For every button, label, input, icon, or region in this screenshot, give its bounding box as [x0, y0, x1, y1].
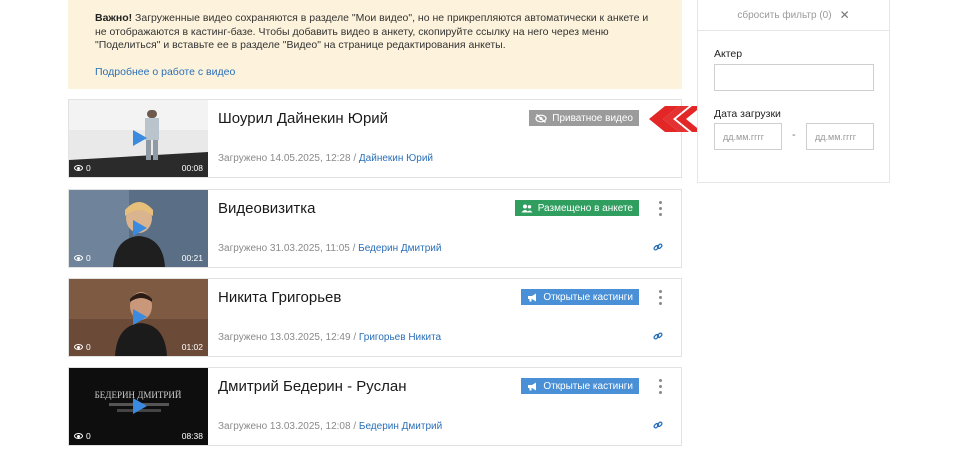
status-badge-label: Размещено в анкете	[537, 202, 633, 214]
eye-icon	[74, 344, 83, 350]
users-icon	[521, 204, 533, 212]
notice-text: Важно! Загруженные видео сохраняются в р…	[95, 12, 655, 53]
date-label: Дата загрузки	[714, 108, 781, 120]
eye-icon	[74, 433, 83, 439]
video-meta: Загружено 13.03.2025, 12:08 / Бедерин Дм…	[218, 421, 442, 432]
video-help-link[interactable]: Подробнее о работе с видео	[95, 66, 655, 78]
play-icon	[133, 309, 147, 325]
views-value: 0	[86, 431, 91, 441]
status-badge: Открытые кастинги	[521, 378, 639, 394]
video-card: 0 01:02 Никита Григорьев Открытые кастин…	[68, 278, 682, 357]
status-badge-label: Приватное видео	[552, 112, 633, 124]
play-icon	[133, 130, 147, 146]
date-from-input[interactable]: дд.мм.гггг	[714, 123, 782, 150]
video-thumbnail[interactable]: 0 00:08	[69, 100, 208, 177]
video-meta: Загружено 13.03.2025, 12:49 / Григорьев …	[218, 332, 441, 343]
video-card: БЕДЕРИН ДМИТРИЙ 0 08:38 Дмитрий Бедерин …	[68, 367, 682, 446]
video-title[interactable]: Шоурил Дайнекин Юрий	[218, 110, 388, 127]
link-icon[interactable]	[653, 420, 663, 433]
close-icon: ✕	[839, 8, 850, 22]
notice-panel: Важно! Загруженные видео сохраняются в р…	[68, 0, 682, 89]
eye-slash-icon	[535, 113, 547, 123]
status-badge-label: Открытые кастинги	[543, 380, 633, 392]
views-count: 0	[74, 253, 91, 263]
author-link[interactable]: Бедерин Дмитрий	[358, 243, 441, 254]
play-icon	[133, 220, 147, 236]
views-count: 0	[74, 431, 91, 441]
views-count: 0	[74, 163, 91, 173]
chevrons-left-icon	[649, 106, 702, 132]
megaphone-icon	[528, 382, 537, 390]
megaphone-icon	[528, 293, 537, 301]
video-card: 0 00:08 Шоурил Дайнекин Юрий Приватное в…	[68, 99, 682, 178]
video-title[interactable]: Дмитрий Бедерин - Руслан	[218, 378, 407, 395]
video-thumbnail[interactable]: БЕДЕРИН ДМИТРИЙ 0 08:38	[69, 368, 208, 445]
upload-info: Загружено 31.03.2025, 11:05 /	[218, 243, 356, 254]
actor-input[interactable]	[714, 64, 874, 91]
notice-body: Загруженные видео сохраняются в разделе …	[95, 12, 649, 51]
actor-label: Актер	[714, 48, 743, 60]
author-link[interactable]: Дайнекин Юрий	[359, 153, 433, 164]
more-menu-icon[interactable]	[659, 201, 663, 216]
video-meta: Загружено 31.03.2025, 11:05 / Бедерин Дм…	[218, 243, 441, 254]
eye-icon	[74, 255, 83, 261]
reset-filter-label: сбросить фильтр (0)	[737, 9, 832, 21]
status-badge: Размещено в анкете	[514, 200, 639, 216]
upload-info: Загружено 13.03.2025, 12:08 /	[218, 421, 357, 432]
video-thumbnail[interactable]: 0 00:21	[69, 190, 208, 267]
views-count: 0	[74, 342, 91, 352]
video-card: 0 00:21 Видеовизитка Размещено в анкете …	[68, 189, 682, 268]
status-badge: Открытые кастинги	[521, 289, 639, 305]
video-duration: 00:21	[181, 253, 203, 263]
notice-bold: Важно!	[95, 12, 133, 24]
video-meta: Загружено 14.05.2025, 12:28 / Дайнекин Ю…	[218, 153, 433, 164]
date-to-input[interactable]: дд.мм.гггг	[806, 123, 874, 150]
link-icon[interactable]	[653, 331, 663, 344]
more-menu-icon[interactable]	[659, 290, 663, 305]
more-menu-icon[interactable]	[659, 379, 663, 394]
views-value: 0	[86, 163, 91, 173]
views-value: 0	[86, 342, 91, 352]
video-duration: 01:02	[181, 342, 203, 352]
status-badge: Приватное видео	[529, 110, 639, 126]
status-badge-label: Открытые кастинги	[543, 291, 633, 303]
upload-info: Загружено 13.03.2025, 12:49 /	[218, 332, 357, 343]
video-duration: 00:08	[181, 163, 203, 173]
filter-panel: сбросить фильтр (0) ✕ Актер Дата загрузк…	[697, 0, 890, 183]
video-duration: 08:38	[181, 431, 203, 441]
video-thumbnail[interactable]: 0 01:02	[69, 279, 208, 356]
author-link[interactable]: Григорьев Никита	[359, 332, 441, 343]
video-title[interactable]: Видеовизитка	[218, 200, 316, 217]
eye-icon	[74, 165, 83, 171]
play-icon	[133, 398, 147, 414]
link-icon[interactable]	[653, 242, 663, 255]
upload-info: Загружено 14.05.2025, 12:28 /	[218, 153, 357, 164]
views-value: 0	[86, 253, 91, 263]
author-link[interactable]: Бедерин Дмитрий	[359, 421, 442, 432]
reset-filter-button[interactable]: сбросить фильтр (0) ✕	[698, 0, 889, 31]
date-separator: -	[792, 129, 796, 141]
video-title[interactable]: Никита Григорьев	[218, 289, 341, 306]
